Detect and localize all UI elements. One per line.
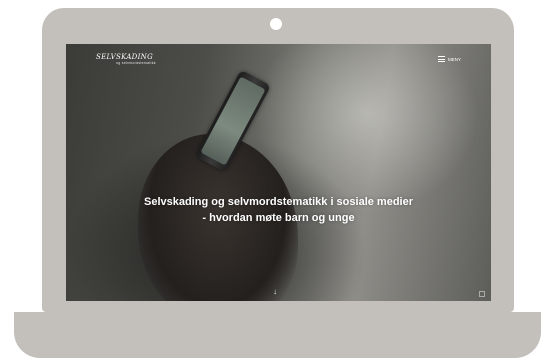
- corner-square-icon[interactable]: [479, 291, 485, 297]
- logo-subtext: og selvmordstematikk: [116, 61, 156, 65]
- menu-button[interactable]: MENY: [437, 56, 461, 62]
- hamburger-icon: [437, 56, 445, 62]
- laptop-camera: [270, 18, 282, 30]
- hero-headline: Selvskading og selvmordstematikk i sosia…: [66, 194, 491, 226]
- hero-headline-line1: Selvskading og selvmordstematikk i sosia…: [143, 196, 413, 208]
- site-logo[interactable]: SELVSKADING og selvmordstematikk: [96, 54, 156, 66]
- laptop-base: [14, 312, 541, 358]
- menu-label: MENY: [447, 56, 461, 62]
- laptop-screen: SELVSKADING og selvmordstematikk MENY Se…: [66, 44, 491, 301]
- logo-text: SELVSKADING: [96, 53, 153, 61]
- arrow-down-icon[interactable]: ↓: [273, 288, 277, 296]
- hero-headline-line2: - hvordan møte barn og unge: [202, 212, 355, 224]
